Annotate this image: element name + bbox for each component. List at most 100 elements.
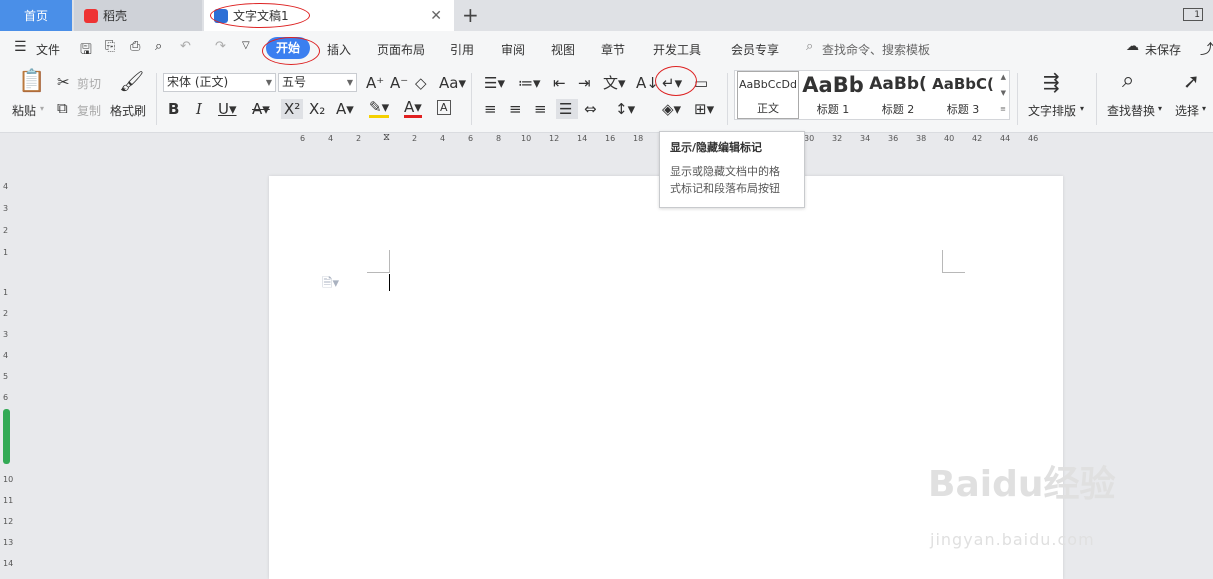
- italic-icon[interactable]: I: [196, 100, 202, 118]
- shading-icon[interactable]: ◈▾: [662, 100, 681, 118]
- undo-icon[interactable]: ↶: [180, 39, 191, 54]
- style-heading-2[interactable]: AaBb( 标题 2: [867, 71, 929, 119]
- font-color-icon[interactable]: A▾: [404, 100, 422, 118]
- menu-member[interactable]: 会员专享: [731, 41, 779, 58]
- vertical-ruler-thumb[interactable]: [3, 409, 10, 464]
- menu-page-layout[interactable]: 页面布局: [377, 41, 425, 58]
- menu-file[interactable]: 文件: [36, 41, 60, 58]
- menu-insert[interactable]: 插入: [327, 41, 351, 58]
- menu-chapter[interactable]: 章节: [601, 41, 625, 58]
- print-preview-icon[interactable]: ⌕: [155, 39, 162, 54]
- paste-dropdown-icon[interactable]: ▾: [40, 104, 44, 113]
- text-effect-icon[interactable]: A▾: [336, 100, 354, 118]
- menu-references[interactable]: 引用: [450, 41, 474, 58]
- close-icon[interactable]: ✕: [430, 8, 442, 24]
- window-count-icon[interactable]: 1: [1183, 8, 1203, 21]
- copy-icon[interactable]: ⧉: [57, 99, 68, 117]
- font-name-value: 宋体 (正文): [167, 75, 229, 89]
- copy-button[interactable]: 复制: [77, 102, 101, 119]
- more-styles-icon[interactable]: ≡: [1000, 105, 1006, 113]
- style-heading-1[interactable]: AaBb 标题 1: [801, 71, 865, 119]
- add-tab-icon[interactable]: +: [462, 3, 479, 27]
- ruler-tick: 34: [860, 134, 871, 143]
- bullet-list-icon[interactable]: ☰▾: [484, 74, 505, 92]
- strikethrough-icon[interactable]: A▾: [252, 100, 270, 118]
- align-right-icon[interactable]: ≡: [534, 100, 547, 118]
- char-border-icon[interactable]: A: [437, 100, 451, 115]
- export-pdf-icon[interactable]: ⎘: [105, 39, 115, 54]
- find-replace-button[interactable]: 查找替换: [1107, 102, 1155, 119]
- cut-icon[interactable]: ✂: [57, 73, 70, 91]
- ruler-tick: 2: [3, 309, 9, 318]
- ruler-tick: 16: [605, 134, 616, 143]
- annotation-ellipse-start: [262, 37, 320, 65]
- chevron-down-icon[interactable]: ▾: [1158, 104, 1162, 113]
- chevron-down-icon[interactable]: ▾: [1080, 104, 1084, 113]
- scroll-up-icon[interactable]: ▲: [1001, 73, 1006, 81]
- tooltip-description: 显示或隐藏文档中的格 式标记和段落布局按钮: [670, 163, 794, 197]
- ruler-tick: 12: [549, 134, 560, 143]
- cut-button[interactable]: 剪切: [77, 75, 101, 92]
- redo-icon[interactable]: ↷: [215, 39, 226, 54]
- tab-daoke[interactable]: 稻壳: [74, 0, 202, 31]
- paragraph-layout-icon[interactable]: 🗎▾: [322, 274, 339, 296]
- change-case-icon[interactable]: Aa▾: [439, 74, 466, 92]
- bold-icon[interactable]: B: [168, 100, 179, 118]
- print-icon[interactable]: ⎙: [130, 39, 140, 54]
- font-name-select[interactable]: 宋体 (正文) ▼: [163, 73, 276, 92]
- paste-button[interactable]: 粘贴: [12, 102, 36, 119]
- command-search[interactable]: 查找命令、搜索模板: [822, 41, 930, 58]
- select-button[interactable]: 选择: [1175, 102, 1199, 119]
- format-painter-icon[interactable]: 🖌: [119, 71, 144, 91]
- line-spacing-icon[interactable]: ↕▾: [615, 100, 635, 118]
- style-heading-3[interactable]: AaBbC( 标题 3: [931, 71, 995, 119]
- decrease-indent-icon[interactable]: ⇤: [553, 74, 566, 92]
- grow-font-icon[interactable]: A⁺: [366, 74, 384, 92]
- tooltip-line: 式标记和段落布局按钮: [670, 182, 780, 195]
- superscript-icon[interactable]: X²: [284, 100, 300, 118]
- save-status[interactable]: 未保存: [1145, 41, 1181, 58]
- distributed-icon[interactable]: ⇔: [584, 100, 597, 118]
- menu-developer[interactable]: 开发工具: [653, 41, 701, 58]
- text-cursor: [389, 274, 390, 291]
- align-left-icon[interactable]: ≡: [484, 100, 497, 118]
- ruler-tick: 36: [888, 134, 899, 143]
- justify-icon[interactable]: ☰: [559, 100, 572, 118]
- shrink-font-icon[interactable]: A⁻: [390, 74, 408, 92]
- style-normal[interactable]: AaBbCcDd 正文: [737, 71, 799, 119]
- divider: [727, 73, 728, 125]
- text-layout-icon[interactable]: ⇶: [1043, 72, 1060, 92]
- paste-icon[interactable]: 📋: [18, 71, 45, 93]
- underline-icon[interactable]: U▾: [218, 100, 237, 118]
- borders-icon[interactable]: ⊞▾: [694, 100, 714, 118]
- tab-daoke-label: 稻壳: [103, 9, 128, 23]
- ruler-tick: 42: [972, 134, 983, 143]
- quick-access-dropdown-icon[interactable]: ▽: [242, 40, 250, 51]
- tab-home-label: 首页: [23, 9, 48, 23]
- subscript-icon[interactable]: X₂: [309, 100, 325, 118]
- ruler-tick: 3: [3, 330, 9, 339]
- increase-indent-icon[interactable]: ⇥: [578, 74, 591, 92]
- tab-home[interactable]: 首页: [0, 0, 72, 31]
- save-icon[interactable]: 🖫: [80, 39, 92, 63]
- chevron-down-icon[interactable]: ▾: [1202, 104, 1206, 113]
- font-size-select[interactable]: 五号 ▼: [278, 73, 357, 92]
- find-replace-icon[interactable]: ⌕: [1122, 70, 1134, 92]
- menu-hamburger-icon[interactable]: ☰: [14, 39, 27, 55]
- clear-format-icon[interactable]: ◇: [415, 74, 427, 92]
- menu-review[interactable]: 审阅: [501, 41, 525, 58]
- select-cursor-icon[interactable]: ➚: [1183, 71, 1200, 91]
- baidu-watermark-url: jingyan.baidu.com: [930, 530, 1095, 549]
- vertical-ruler[interactable]: 4 3 2 1 1 2 3 4 5 6 7 8 9 10 11 12 13 14: [0, 160, 14, 579]
- numbered-list-icon[interactable]: ≔▾: [518, 74, 541, 92]
- highlight-icon[interactable]: ✎▾: [369, 100, 390, 118]
- menu-view[interactable]: 视图: [551, 41, 575, 58]
- indent-marker-icon[interactable]: ⧖: [383, 132, 390, 143]
- format-painter-button[interactable]: 格式刷: [110, 102, 146, 119]
- document-page[interactable]: 🗎▾: [269, 176, 1063, 579]
- text-layout-button[interactable]: 文字排版: [1028, 102, 1076, 119]
- align-center-icon[interactable]: ≡: [509, 100, 522, 118]
- share-icon[interactable]: ⤴: [1200, 39, 1213, 59]
- scroll-down-icon[interactable]: ▼: [1001, 89, 1006, 97]
- chinese-layout-icon[interactable]: 文▾: [603, 74, 626, 92]
